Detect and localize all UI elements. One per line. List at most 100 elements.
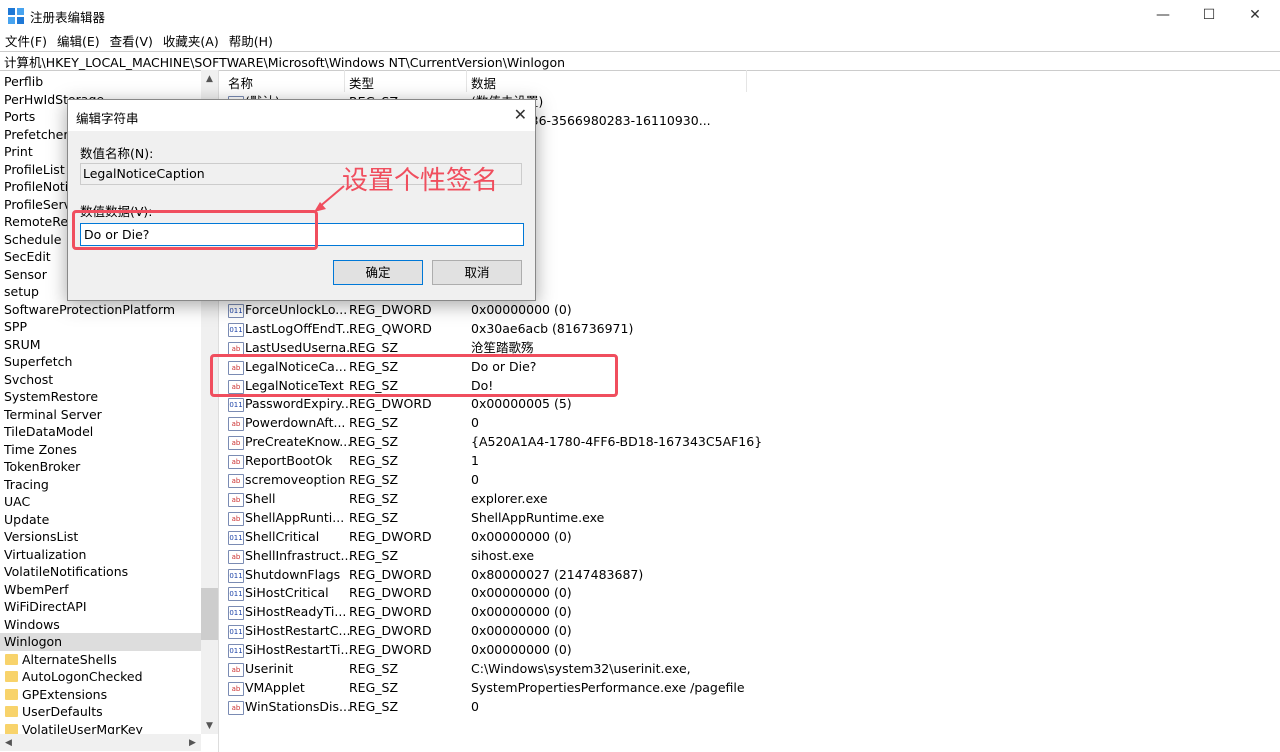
scroll-down-icon[interactable]: ▼	[201, 717, 218, 734]
tree-item-label: SystemRestore	[4, 389, 99, 404]
value-row[interactable]: 011 ShutdownFlags REG_DWORD 0x80000027 (214…	[222, 566, 1280, 585]
tree-item[interactable]: Winlogon	[0, 633, 201, 651]
value-data: 0x00000005 (5)	[471, 396, 572, 412]
value-name: PowerdownAft...	[245, 415, 346, 431]
column-header-name[interactable]: 名称	[228, 73, 253, 92]
binary-value-icon: 011	[228, 322, 244, 337]
value-row[interactable]: ab ReportBootOk REG_SZ 1	[222, 452, 1280, 471]
column-header-type[interactable]: 类型	[349, 73, 374, 92]
string-value-icon: ab	[228, 549, 244, 564]
tree-item[interactable]: SoftwareProtectionPlatform	[0, 301, 201, 319]
string-value-icon: ab	[228, 474, 244, 488]
close-button[interactable]: ✕	[1232, 0, 1278, 30]
value-type: REG_SZ	[349, 679, 399, 695]
value-data: 0x30ae6acb (816736971)	[471, 320, 634, 336]
tree-item[interactable]: SPP	[0, 318, 201, 336]
scroll-left-icon[interactable]: ◀	[0, 734, 17, 751]
value-type: REG_SZ	[349, 415, 399, 431]
tree-item[interactable]: VersionsList	[0, 528, 201, 546]
tree-item[interactable]: UserDefaults	[0, 703, 202, 721]
value-name: SiHostCritical	[245, 585, 329, 601]
string-value-icon: ab	[228, 681, 244, 696]
tree-item[interactable]: AutoLogonChecked	[0, 668, 202, 686]
tree-item[interactable]: TokenBroker	[0, 458, 201, 476]
maximize-button[interactable]: ☐	[1186, 0, 1232, 30]
binary-value-icon: 011	[228, 606, 244, 621]
value-data: SystemPropertiesPerformance.exe /pagefil…	[471, 679, 745, 695]
tree-item-label: ProfileServi	[4, 196, 75, 212]
tree-item[interactable]: Tracing	[0, 476, 201, 494]
tree-horizontal-scrollbar[interactable]: ◀ ▶	[0, 734, 201, 751]
value-row[interactable]: ab ShellAppRunti... REG_SZ ShellAppRuntime.…	[222, 509, 1280, 528]
string-value-icon: ab	[228, 492, 244, 507]
dialog-title-bar: 编辑字符串 ✕	[68, 100, 535, 131]
value-type: REG_DWORD	[349, 585, 432, 601]
tree-item-label: WiFiDirectAPI	[4, 599, 87, 614]
regedit-app-icon	[8, 8, 24, 24]
tree-item-label: WbemPerf	[4, 581, 69, 597]
value-row[interactable]: 011 PasswordExpiry... REG_DWORD 0x00000005 …	[222, 395, 1280, 414]
menu-file[interactable]: 文件(F)	[0, 31, 52, 50]
value-row[interactable]: 011 SiHostRestartTi... REG_DWORD 0x00000000…	[222, 641, 1280, 660]
value-type: REG_SZ	[349, 547, 399, 563]
menu-edit[interactable]: 编辑(E)	[52, 31, 105, 50]
value-type: REG_SZ	[349, 434, 399, 450]
tree-item[interactable]: Virtualization	[0, 546, 201, 564]
value-name: VMApplet	[245, 679, 305, 695]
tree-item[interactable]: WbemPerf	[0, 581, 201, 599]
value-data: explorer.exe	[471, 490, 548, 506]
tree-item[interactable]: AlternateShells	[0, 651, 202, 669]
annotation-arrow-icon	[314, 185, 345, 212]
tree-item[interactable]: Terminal Server	[0, 406, 201, 424]
value-row[interactable]: 011 SiHostCritical REG_DWORD 0x00000000 (0)	[222, 584, 1280, 603]
tree-item-label: Sensor	[4, 266, 47, 282]
value-row[interactable]: 011 SiHostReadyTi... REG_DWORD 0x00000000 (…	[222, 603, 1280, 622]
column-header-data[interactable]: 数据	[471, 73, 496, 92]
tree-scroll-thumb[interactable]	[201, 588, 218, 640]
ok-button[interactable]: 确定	[333, 260, 423, 285]
tree-item[interactable]: UAC	[0, 493, 201, 511]
minimize-button[interactable]: —	[1140, 0, 1186, 30]
value-row[interactable]: ab scremoveoption REG_SZ 0	[222, 471, 1280, 490]
value-row[interactable]: ab Shell REG_SZ explorer.exe	[222, 490, 1280, 509]
tree-item-label: SRUM	[4, 336, 41, 352]
value-row[interactable]: 011 ForceUnlockLo... REG_DWORD 0x00000000 (…	[222, 301, 1280, 320]
tree-item[interactable]: Perflib	[0, 73, 201, 91]
value-row[interactable]: ab Userinit REG_SZ C:\Windows\system32\user…	[222, 660, 1280, 679]
tree-item[interactable]: WiFiDirectAPI	[0, 598, 201, 616]
value-row[interactable]: ab WinStationsDis... REG_SZ 0	[222, 698, 1280, 717]
tree-item[interactable]: TileDataModel	[0, 423, 201, 441]
value-row[interactable]: ab PowerdownAft... REG_SZ 0	[222, 414, 1280, 433]
tree-item[interactable]: Time Zones	[0, 441, 201, 459]
tree-item[interactable]: Superfetch	[0, 353, 201, 371]
value-type: REG_DWORD	[349, 604, 432, 620]
value-row[interactable]: ab ShellInfrastruct... REG_SZ sihost.exe	[222, 547, 1280, 566]
dialog-close-icon[interactable]: ✕	[514, 105, 527, 124]
tree-item[interactable]: Svchost	[0, 371, 201, 389]
tree-item[interactable]: SystemRestore	[0, 388, 201, 406]
tree-item[interactable]: GPExtensions	[0, 686, 202, 704]
tree-item-label: AutoLogonChecked	[22, 669, 143, 684]
value-row[interactable]: 011 ShellCritical REG_DWORD 0x00000000 (0)	[222, 528, 1280, 547]
value-row[interactable]: 011 SiHostRestartC... REG_DWORD 0x00000000 …	[222, 622, 1280, 641]
scroll-up-icon[interactable]: ▲	[201, 70, 218, 87]
scroll-right-icon[interactable]: ▶	[184, 734, 201, 751]
tree-item[interactable]: VolatileNotifications	[0, 563, 201, 581]
tree-item-label: ProfileList	[4, 161, 65, 177]
value-type: REG_SZ	[349, 509, 399, 525]
tree-item[interactable]: Update	[0, 511, 201, 529]
address-bar[interactable]: 计算机\HKEY_LOCAL_MACHINE\SOFTWARE\Microsof…	[0, 51, 1280, 71]
tree-item-label: VersionsList	[4, 529, 79, 544]
value-row[interactable]: 011 LastLogOffEndT... REG_QWORD 0x30ae6acb …	[222, 320, 1280, 339]
menu-view[interactable]: 查看(V)	[105, 31, 158, 50]
value-row[interactable]: ab PreCreateKnow... REG_SZ {A520A1A4-1780-4…	[222, 433, 1280, 452]
folder-icon	[5, 653, 18, 665]
string-value-icon: ab	[228, 417, 244, 432]
menu-favorites[interactable]: 收藏夹(A)	[158, 31, 224, 50]
tree-item[interactable]: Windows	[0, 616, 201, 634]
tree-item[interactable]: SRUM	[0, 336, 201, 354]
menu-help[interactable]: 帮助(H)	[224, 31, 278, 50]
value-row[interactable]: ab VMApplet REG_SZ SystemPropertiesPerforma…	[222, 679, 1280, 698]
cancel-button[interactable]: 取消	[432, 260, 522, 285]
tree-item-label: RemoteReg	[4, 214, 76, 229]
